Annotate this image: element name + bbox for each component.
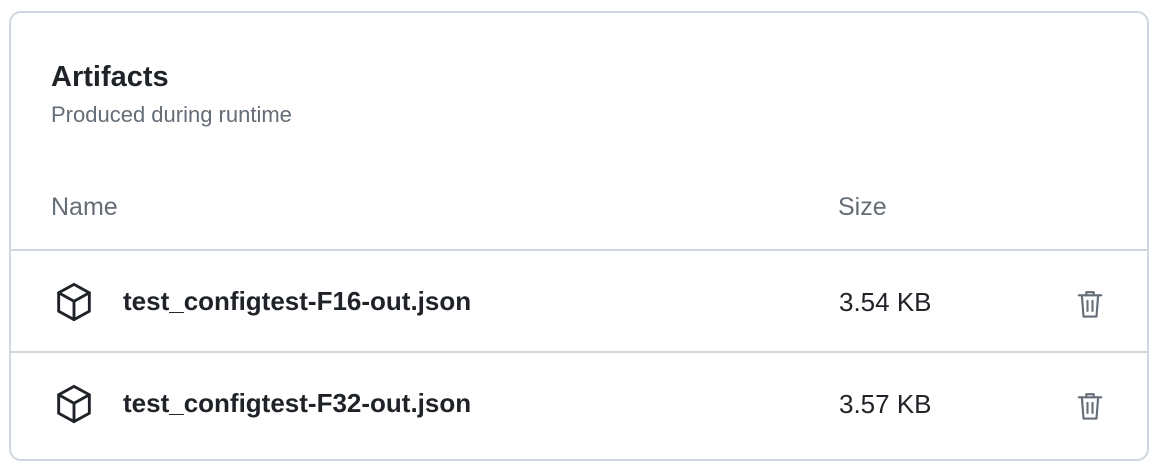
column-header-size: Size [838,193,887,221]
delete-artifact-button[interactable] [1069,383,1111,425]
package-icon [51,381,97,427]
trash-icon [1069,287,1111,321]
artifacts-header: Artifacts Produced during runtime [51,59,292,129]
panel-subtitle: Produced during runtime [51,102,292,127]
column-header-name: Name [51,193,118,221]
delete-artifact-button[interactable] [1069,281,1111,323]
artifacts-panel: Artifacts Produced during runtime Name S… [9,11,1149,461]
artifact-name-link[interactable]: test_configtest-F32-out.json [123,386,471,420]
package-icon [51,279,97,325]
artifact-name-link[interactable]: test_configtest-F16-out.json [123,284,471,318]
table-row: test_configtest-F32-out.json 3.57 KB [11,351,1147,453]
trash-icon [1069,389,1111,423]
table-row: test_configtest-F16-out.json 3.54 KB [11,249,1147,351]
panel-title: Artifacts [51,61,169,93]
artifact-size: 3.54 KB [839,287,932,317]
artifact-size: 3.57 KB [839,389,932,419]
